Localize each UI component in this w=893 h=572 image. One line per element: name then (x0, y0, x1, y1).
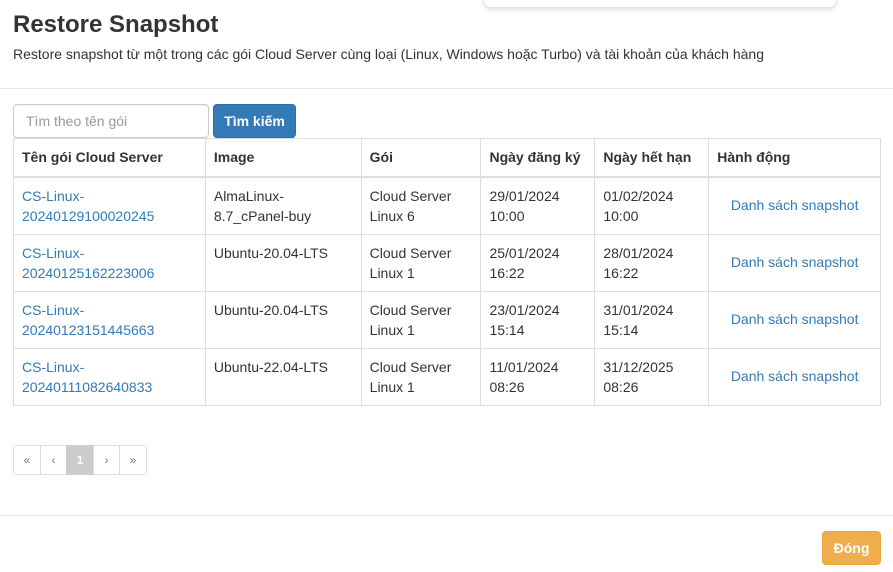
package-name-line2: 20240111082640833 (22, 378, 153, 395)
plan-line1: Cloud Server (369, 244, 452, 261)
cell-package-name: CS-Linux- 20240125162223006 (13, 233, 206, 292)
cell-image: Ubuntu-20.04-LTS (204, 290, 362, 349)
expiry-date: 01/02/2024 (603, 187, 674, 204)
cell-action: Danh sách snapshot (708, 290, 881, 349)
cell-image: Ubuntu-22.04-LTS (204, 347, 362, 406)
header-expiry-date: Ngày hết hạn (594, 138, 710, 178)
search-button[interactable]: Tìm kiếm (213, 104, 296, 138)
cell-action: Danh sách snapshot (708, 347, 881, 406)
package-name-line2: 20240129100020245 (22, 207, 155, 224)
snapshot-list-link[interactable]: Danh sách snapshot (731, 311, 859, 327)
registration-time: 08:26 (489, 378, 525, 395)
package-link[interactable]: CS-Linux- 20240111082640833 (22, 359, 152, 395)
plan-line2: Linux 1 (369, 264, 415, 281)
search-input[interactable] (13, 104, 209, 138)
header-plan: Gói (360, 138, 482, 178)
table-header-row: Tên gói Cloud Server Image Gói Ngày đăng… (13, 138, 881, 178)
package-link[interactable]: CS-Linux- 20240123151445663 (22, 302, 154, 338)
pagination-page-current[interactable]: 1 (66, 445, 94, 475)
snapshot-list-link[interactable]: Danh sách snapshot (731, 254, 859, 270)
pagination: « ‹ 1 › » (13, 445, 147, 475)
registration-date: 25/01/2024 (489, 244, 560, 261)
image-line1: Ubuntu-20.04-LTS (213, 301, 328, 318)
plan-line2: Linux 1 (369, 321, 415, 338)
registration-time: 16:22 (489, 264, 525, 281)
cell-expiry-date: 28/01/2024 16:22 (594, 233, 710, 292)
pagination-next[interactable]: › (93, 445, 120, 475)
header-registration-date: Ngày đăng ký (480, 138, 596, 178)
header-action: Hành động (708, 138, 881, 178)
cell-registration-date: 25/01/2024 16:22 (480, 233, 596, 292)
registration-time: 15:14 (489, 321, 525, 338)
expiry-date: 28/01/2024 (603, 244, 674, 261)
cell-expiry-date: 01/02/2024 10:00 (594, 176, 710, 235)
snapshot-table: Tên gói Cloud Server Image Gói Ngày đăng… (13, 138, 881, 406)
cell-plan: Cloud Server Linux 1 (360, 347, 482, 406)
cell-package-name: CS-Linux- 20240111082640833 (13, 347, 206, 406)
plan-line2: Linux 6 (369, 207, 415, 224)
cell-expiry-date: 31/01/2024 15:14 (594, 290, 710, 349)
registration-date: 11/01/2024 (489, 358, 559, 375)
table-row: CS-Linux- 20240123151445663 Ubuntu-20.04… (13, 290, 881, 349)
package-name-line1: CS-Linux- (22, 301, 85, 318)
expiry-time: 08:26 (603, 378, 639, 395)
expiry-time: 16:22 (603, 264, 639, 281)
registration-date: 23/01/2024 (489, 301, 560, 318)
image-line1: AlmaLinux- (213, 187, 284, 204)
image-line1: Ubuntu-22.04-LTS (213, 358, 328, 375)
package-name-line1: CS-Linux- (22, 187, 85, 204)
cell-package-name: CS-Linux- 20240129100020245 (13, 176, 206, 235)
package-name-line1: CS-Linux- (22, 244, 85, 261)
pagination-last[interactable]: » (119, 445, 147, 475)
registration-time: 10:00 (489, 207, 525, 224)
plan-line2: Linux 1 (369, 378, 415, 395)
expiry-date: 31/12/2025 (603, 358, 674, 375)
modal-header: Restore Snapshot Restore snapshot từ một… (0, 0, 893, 89)
package-name-line2: 20240125162223006 (22, 264, 155, 281)
cell-registration-date: 29/01/2024 10:00 (480, 176, 596, 235)
snapshot-list-link[interactable]: Danh sách snapshot (731, 197, 859, 213)
snapshot-list-link[interactable]: Danh sách snapshot (731, 368, 859, 384)
expiry-time: 10:00 (603, 207, 639, 224)
close-button[interactable]: Đóng (822, 531, 881, 565)
table-row: CS-Linux- 20240129100020245 AlmaLinux- 8… (13, 176, 881, 235)
pagination-first[interactable]: « (13, 445, 41, 475)
modal-title: Restore Snapshot (13, 11, 219, 38)
plan-line1: Cloud Server (369, 187, 452, 204)
cell-registration-date: 23/01/2024 15:14 (480, 290, 596, 349)
pagination-prev[interactable]: ‹ (40, 445, 67, 475)
cell-plan: Cloud Server Linux 6 (360, 176, 482, 235)
cell-expiry-date: 31/12/2025 08:26 (594, 347, 710, 406)
cell-image: AlmaLinux- 8.7_cPanel-buy (204, 176, 362, 235)
plan-line1: Cloud Server (369, 358, 452, 375)
header-image: Image (204, 138, 362, 178)
cell-plan: Cloud Server Linux 1 (360, 233, 482, 292)
image-line1: Ubuntu-20.04-LTS (213, 244, 328, 261)
package-link[interactable]: CS-Linux- 20240129100020245 (22, 188, 154, 224)
expiry-time: 15:14 (603, 321, 639, 338)
plan-line1: Cloud Server (369, 301, 452, 318)
table-row: CS-Linux- 20240111082640833 Ubuntu-22.04… (13, 347, 881, 406)
package-link[interactable]: CS-Linux- 20240125162223006 (22, 245, 154, 281)
cell-registration-date: 11/01/2024 08:26 (480, 347, 596, 406)
modal-subtitle: Restore snapshot từ một trong các gói Cl… (13, 46, 765, 62)
cell-plan: Cloud Server Linux 1 (360, 290, 482, 349)
image-line2: 8.7_cPanel-buy (213, 207, 312, 224)
cell-package-name: CS-Linux- 20240123151445663 (13, 290, 206, 349)
package-name-line2: 20240123151445663 (22, 321, 155, 338)
cell-action: Danh sách snapshot (708, 176, 881, 235)
table-row: CS-Linux- 20240125162223006 Ubuntu-20.04… (13, 233, 881, 292)
modal-footer (0, 515, 893, 572)
header-package-name: Tên gói Cloud Server (13, 138, 206, 178)
package-name-line1: CS-Linux- (22, 358, 85, 375)
registration-date: 29/01/2024 (489, 187, 560, 204)
cell-action: Danh sách snapshot (708, 233, 881, 292)
cell-image: Ubuntu-20.04-LTS (204, 233, 362, 292)
expiry-date: 31/01/2024 (603, 301, 674, 318)
